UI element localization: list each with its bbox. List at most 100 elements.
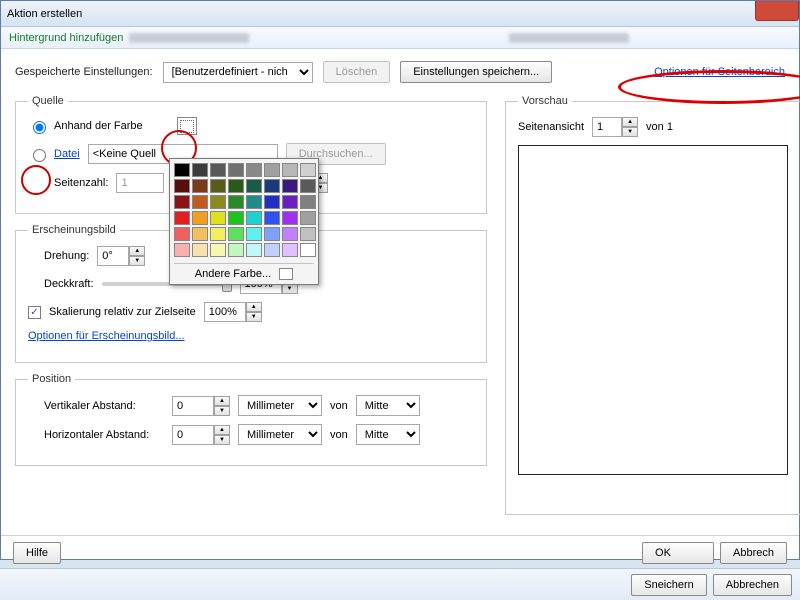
color-swatch[interactable]: [246, 211, 262, 225]
color-swatch[interactable]: [174, 195, 190, 209]
page-range-options-link[interactable]: Optionen für Seitenbereich: [654, 66, 785, 78]
horizontal-unit-select[interactable]: Millimeter: [238, 424, 322, 445]
subheader-text: Hintergrund hinzufügen: [9, 32, 123, 44]
position-fieldset: Position Vertikaler Abstand: ▲▼ Millimet…: [15, 373, 487, 466]
rotation-input[interactable]: [97, 246, 129, 266]
file-radio-input[interactable]: [33, 149, 46, 162]
color-swatch[interactable]: [264, 195, 280, 209]
saved-settings-select[interactable]: [Benutzerdefiniert - nich: [163, 62, 313, 83]
color-swatch[interactable]: [228, 243, 244, 257]
color-swatch[interactable]: [192, 163, 208, 177]
spin-up-icon[interactable]: ▲: [129, 246, 145, 256]
color-swatch[interactable]: [192, 195, 208, 209]
color-swatch[interactable]: [228, 195, 244, 209]
outer-save-button[interactable]: Sneichern: [631, 574, 707, 596]
save-settings-button[interactable]: Einstellungen speichern...: [400, 61, 552, 83]
color-swatch[interactable]: [228, 211, 244, 225]
color-swatch[interactable]: [282, 195, 298, 209]
spin-down-icon[interactable]: ▼: [622, 127, 638, 137]
custom-color-swatch[interactable]: [279, 268, 293, 280]
color-swatch[interactable]: [264, 243, 280, 257]
color-swatch[interactable]: [174, 179, 190, 193]
color-swatch[interactable]: [282, 179, 298, 193]
help-button[interactable]: Hilfe: [13, 542, 61, 564]
color-swatch[interactable]: [282, 243, 298, 257]
color-swatch[interactable]: [192, 227, 208, 241]
color-swatch[interactable]: [300, 195, 316, 209]
scale-spinner[interactable]: ▲▼: [204, 302, 262, 322]
color-swatch[interactable]: [228, 227, 244, 241]
color-swatch[interactable]: [210, 179, 226, 193]
horizontal-ref-select[interactable]: Mitte: [356, 424, 420, 445]
spin-down-icon[interactable]: ▼: [246, 312, 262, 322]
color-swatch[interactable]: [300, 243, 316, 257]
spin-up-icon[interactable]: ▲: [214, 425, 230, 435]
close-icon[interactable]: [755, 1, 799, 21]
horizontal-spinner[interactable]: ▲▼: [172, 425, 230, 445]
color-picker-popup[interactable]: Andere Farbe...: [169, 158, 319, 285]
spin-up-icon[interactable]: ▲: [622, 117, 638, 127]
file-radio[interactable]: Datei: [28, 146, 80, 162]
rotation-spinner[interactable]: ▲▼: [97, 246, 145, 266]
spin-down-icon[interactable]: ▼: [282, 284, 298, 294]
vertical-input[interactable]: [172, 396, 214, 416]
vertical-ref-select[interactable]: Mitte: [356, 395, 420, 416]
color-swatch[interactable]: [246, 163, 262, 177]
color-swatch[interactable]: [210, 195, 226, 209]
appearance-options-link[interactable]: Optionen für Erscheinungsbild...: [28, 330, 185, 342]
color-swatch[interactable]: [192, 179, 208, 193]
color-swatch[interactable]: [174, 227, 190, 241]
color-swatch[interactable]: [282, 163, 298, 177]
blurred-text: [509, 33, 629, 43]
color-swatch[interactable]: [264, 211, 280, 225]
vertical-label: Vertikaler Abstand:: [44, 400, 164, 412]
spin-down-icon[interactable]: ▼: [214, 435, 230, 445]
color-swatch[interactable]: [174, 243, 190, 257]
cancel-button[interactable]: Abbrech: [720, 542, 787, 564]
color-swatch[interactable]: [300, 211, 316, 225]
from-label: von: [330, 400, 348, 412]
vertical-unit-select[interactable]: Millimeter: [238, 395, 322, 416]
other-color-label[interactable]: Andere Farbe...: [195, 268, 271, 280]
color-swatch[interactable]: [210, 243, 226, 257]
spin-down-icon[interactable]: ▼: [214, 406, 230, 416]
horizontal-input[interactable]: [172, 425, 214, 445]
color-swatch[interactable]: [246, 243, 262, 257]
color-swatch[interactable]: [210, 163, 226, 177]
color-swatch[interactable]: [246, 195, 262, 209]
by-color-radio-input[interactable]: [33, 121, 46, 134]
color-swatch[interactable]: [264, 227, 280, 241]
color-swatch[interactable]: [264, 163, 280, 177]
color-swatch[interactable]: [174, 211, 190, 225]
color-swatch[interactable]: [174, 163, 190, 177]
color-swatch-button[interactable]: [177, 117, 197, 135]
color-swatch[interactable]: [192, 243, 208, 257]
color-swatch[interactable]: [282, 227, 298, 241]
scale-checkbox[interactable]: [28, 306, 41, 319]
ok-button[interactable]: OK: [642, 542, 714, 564]
color-swatch[interactable]: [192, 211, 208, 225]
by-color-label: Anhand der Farbe: [54, 120, 143, 132]
spin-up-icon[interactable]: ▲: [246, 302, 262, 312]
color-swatch[interactable]: [246, 179, 262, 193]
color-swatch[interactable]: [210, 227, 226, 241]
from-label: von: [330, 429, 348, 441]
color-swatch[interactable]: [300, 179, 316, 193]
outer-cancel-button[interactable]: Abbrechen: [713, 574, 792, 596]
vertical-spinner[interactable]: ▲▼: [172, 396, 230, 416]
color-swatch[interactable]: [228, 179, 244, 193]
scale-input[interactable]: [204, 302, 246, 322]
by-color-radio[interactable]: Anhand der Farbe: [28, 118, 143, 134]
color-swatch[interactable]: [300, 163, 316, 177]
spin-down-icon[interactable]: ▼: [129, 256, 145, 266]
color-swatch[interactable]: [282, 211, 298, 225]
color-swatch[interactable]: [246, 227, 262, 241]
spin-up-icon[interactable]: ▲: [214, 396, 230, 406]
color-swatch[interactable]: [210, 211, 226, 225]
color-swatch[interactable]: [264, 179, 280, 193]
color-swatch[interactable]: [228, 163, 244, 177]
opacity-label: Deckkraft:: [44, 278, 94, 290]
page-spinner[interactable]: ▲▼: [592, 117, 638, 137]
color-swatch[interactable]: [300, 227, 316, 241]
page-input[interactable]: [592, 117, 622, 137]
